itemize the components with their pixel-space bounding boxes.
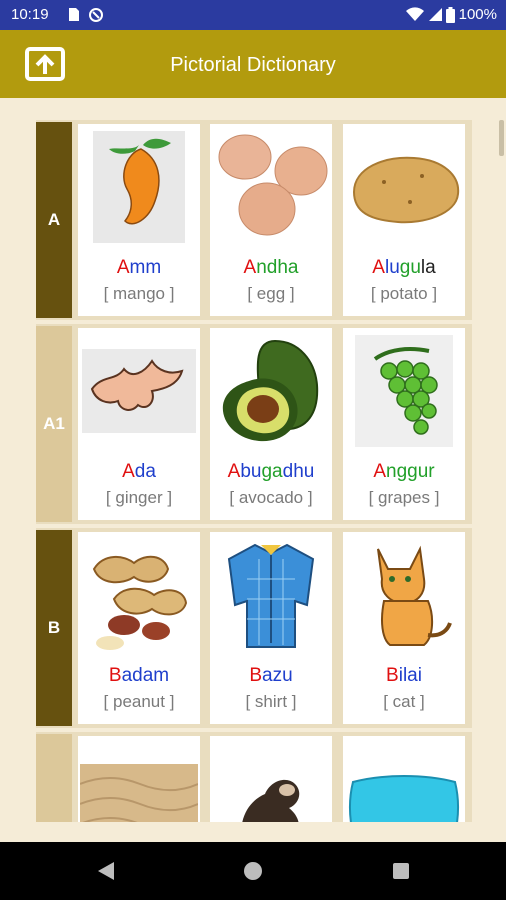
letter-row: A Amm[ mango ] Andha[ egg ] Alugula[ potato… <box>36 120 472 320</box>
monkey-picture <box>210 741 332 822</box>
word-label: Anggur <box>343 461 465 483</box>
word-card[interactable]: Bazu [ shirt ] <box>210 532 332 724</box>
battery-icon <box>445 6 455 23</box>
word-part: ilai <box>398 665 422 686</box>
letter-row: B Badam[ peanut ] Bazu[ shirt ] Bilai[ cat … <box>36 528 472 728</box>
navigation-bar <box>0 842 506 900</box>
pillow-picture <box>343 741 465 822</box>
meaning-label: [ peanut ] <box>103 692 175 711</box>
word-label: Alugula <box>343 257 465 279</box>
word-card[interactable]: Abugadhu [ avocado ] <box>210 328 332 520</box>
meaning-label: [ shirt ] <box>245 692 297 711</box>
meaning-label: [ potato ] <box>370 284 438 303</box>
home-icon[interactable] <box>241 859 265 883</box>
word-card[interactable] <box>210 736 332 822</box>
word-part: bu <box>240 461 262 482</box>
meaning-label: [ grapes ] <box>368 488 440 507</box>
meaning-label: [ egg ] <box>247 284 295 303</box>
word-part: A <box>372 257 385 278</box>
meaning-label: [ ginger ] <box>105 488 173 507</box>
cat-picture <box>343 537 465 653</box>
word-label: Andha <box>210 257 332 279</box>
row-letter-label: B <box>36 530 72 726</box>
word-part: B <box>386 665 399 686</box>
page-title: Pictorial Dictionary <box>170 54 336 76</box>
word-part: A <box>122 461 135 482</box>
word-card[interactable]: Alugula [ potato ] <box>343 124 465 316</box>
word-part: A <box>227 461 241 482</box>
word-card[interactable] <box>343 736 465 822</box>
word-part: A <box>116 257 130 278</box>
word-part: B <box>249 665 263 686</box>
word-card[interactable]: Ada [ ginger ] <box>78 328 200 520</box>
word-card[interactable]: Bilai [ cat ] <box>343 532 465 724</box>
word-label: Amm <box>78 257 200 279</box>
word-part: ga <box>261 461 283 482</box>
word-part: dhu <box>282 461 315 482</box>
battery-percent: 100% <box>458 6 497 23</box>
word-part: nggur <box>386 461 435 482</box>
word-label: Ada <box>78 461 200 483</box>
status-bar: 10:19 100% <box>0 0 506 30</box>
cell-signal-icon <box>428 8 442 21</box>
word-part: lu <box>384 257 400 278</box>
word-card[interactable]: Anggur [ grapes ] <box>343 328 465 520</box>
shirt-picture <box>210 537 332 653</box>
sand-picture <box>78 741 200 822</box>
scrollbar[interactable] <box>499 120 504 156</box>
letter-row <box>36 732 472 822</box>
word-part: adam <box>121 665 170 686</box>
row-letter-label: A1 <box>36 326 72 522</box>
letter-row: A1 Ada [ ginger ] Abugadhu [ avocado ] Anggur… <box>36 324 472 524</box>
app-bar: Pictorial Dictionary <box>0 30 506 98</box>
avocado-picture <box>210 333 332 449</box>
status-time: 10:19 <box>11 6 49 23</box>
word-part: B <box>108 665 122 686</box>
word-label: Badam <box>78 665 200 687</box>
word-card[interactable]: Amm [ mango ] <box>78 124 200 316</box>
mango-picture <box>78 129 200 245</box>
data-saver-icon <box>89 8 103 22</box>
dictionary-list[interactable]: A Amm[ mango ] Andha[ egg ] Alugula[ potato… <box>36 120 472 822</box>
word-label: Bilai <box>343 665 465 687</box>
grapes-picture <box>343 333 465 449</box>
word-part: ndha <box>256 257 299 278</box>
row-letter-label: A <box>36 122 72 318</box>
potato-picture <box>343 129 465 245</box>
word-part: A <box>243 257 257 278</box>
word-part: la <box>420 257 436 278</box>
word-card[interactable]: Andha [ egg ] <box>210 124 332 316</box>
word-part: gu <box>399 257 421 278</box>
word-part: da <box>134 461 156 482</box>
sim-card-icon <box>69 8 79 21</box>
word-part: A <box>373 461 387 482</box>
word-part: azu <box>262 665 293 686</box>
word-card[interactable]: Badam [ peanut ] <box>78 532 200 724</box>
back-icon[interactable] <box>94 859 118 883</box>
meaning-label: [ mango ] <box>103 284 175 303</box>
egg-picture <box>210 129 332 245</box>
peanut-picture <box>78 537 200 653</box>
row-letter-label <box>36 734 72 822</box>
word-label: Abugadhu <box>210 461 332 483</box>
word-card[interactable] <box>78 736 200 822</box>
meaning-label: [ cat ] <box>383 692 425 711</box>
recents-icon[interactable] <box>389 859 413 883</box>
word-label: Bazu <box>210 665 332 687</box>
wifi-icon <box>405 7 424 22</box>
meaning-label: [ avocado ] <box>229 488 313 507</box>
word-part: mm <box>129 257 162 278</box>
ginger-picture <box>78 333 200 449</box>
